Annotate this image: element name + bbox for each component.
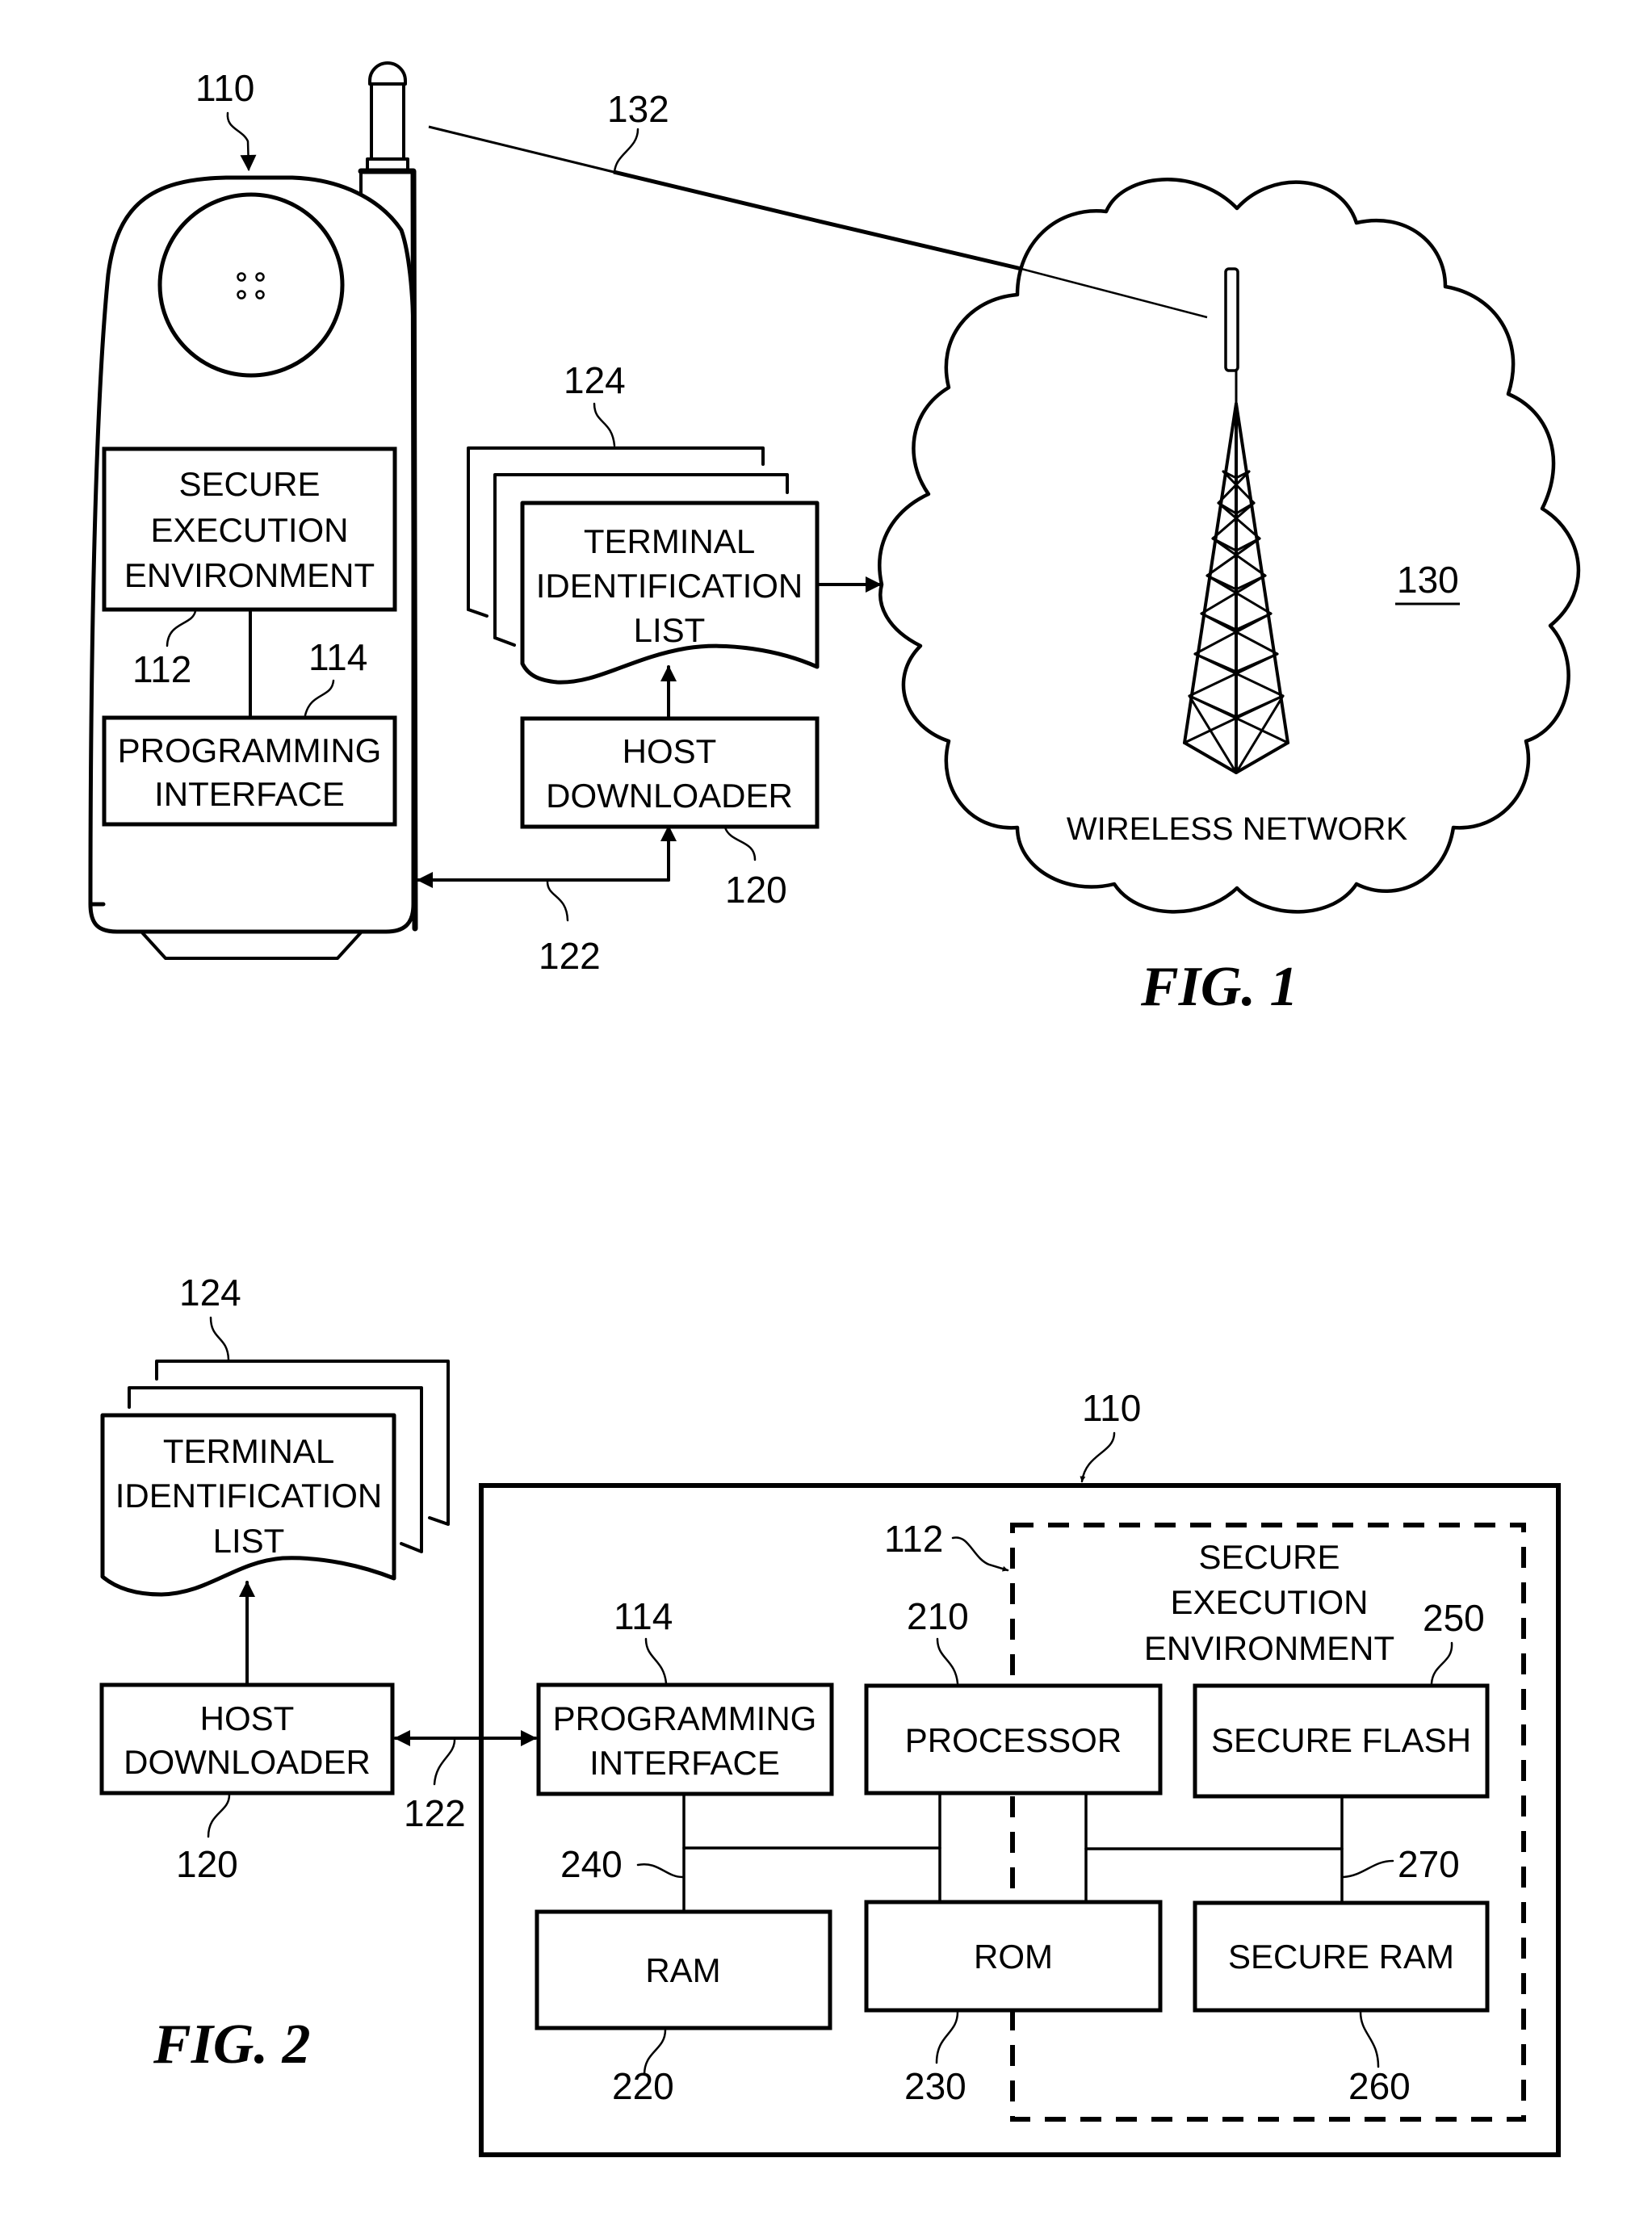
network-label: WIRELESS NETWORK xyxy=(1067,811,1408,847)
ref-240: 240 xyxy=(560,1843,623,1885)
ref-112: 112 xyxy=(884,1518,943,1560)
ref-260: 260 xyxy=(1348,2065,1411,2107)
terminal-identification-list: TERMINAL IDENTIFICATION LIST 124 xyxy=(467,359,820,685)
programming-interface-block: PROGRAMMING INTERFACE 114 xyxy=(536,1595,834,1796)
secure-flash-block: SECURE FLASH 250 xyxy=(1193,1597,1490,1799)
ref-132: 132 xyxy=(607,88,669,130)
see-line-2: EXECUTION xyxy=(150,511,348,549)
ram-block: RAM 220 xyxy=(535,1909,832,2107)
programming-interface-block: PROGRAMMING INTERFACE xyxy=(102,715,397,827)
ref-122: 122 xyxy=(539,935,601,977)
secure-execution-environment-block: SECURE EXECUTION ENVIRONMENT xyxy=(102,446,397,612)
ref-112: 112 xyxy=(132,648,191,690)
tidl-line-1: TERMINAL xyxy=(584,522,755,560)
ref-114: 114 xyxy=(308,636,367,678)
ref-120: 120 xyxy=(725,869,787,911)
tidl-line-2: IDENTIFICATION xyxy=(115,1477,383,1515)
ref-220: 220 xyxy=(612,2065,674,2107)
tidl-line-3: LIST xyxy=(634,611,706,649)
cell-tower-icon xyxy=(1183,267,1289,774)
ref-110: 110 xyxy=(195,67,254,109)
see-line-2: EXECUTION xyxy=(1170,1583,1368,1621)
speaker-icon xyxy=(157,192,345,378)
see-line-3: ENVIRONMENT xyxy=(124,556,375,594)
figure-2: TERMINAL IDENTIFICATION LIST 124 HOST DO… xyxy=(99,1272,1561,2157)
bus-lines: 240 270 xyxy=(560,1791,1460,1913)
figure-1: SECURE EXECUTION ENVIRONMENT PROGRAMMING… xyxy=(88,61,1581,1018)
see-line-1: SECURE xyxy=(178,465,320,503)
hd-line-1: HOST xyxy=(200,1699,295,1737)
tidl-line-2: IDENTIFICATION xyxy=(536,567,803,605)
figure-2-caption: FIG. 2 xyxy=(153,2013,310,2076)
ref-124: 124 xyxy=(179,1272,241,1314)
figure-1-caption: FIG. 1 xyxy=(1140,956,1298,1018)
ref-230: 230 xyxy=(904,2065,966,2107)
ref-250: 250 xyxy=(1423,1597,1485,1639)
ref-210: 210 xyxy=(907,1595,969,1637)
hd-line-2: DOWNLOADER xyxy=(124,1743,371,1781)
ref-130: 130 xyxy=(1397,559,1459,601)
tidl-line-1: TERMINAL xyxy=(163,1432,334,1470)
hd-line-1: HOST xyxy=(623,732,717,770)
ref-270: 270 xyxy=(1398,1843,1460,1885)
wireless-network-cloud: WIRELESS NETWORK 130 xyxy=(878,178,1581,914)
rom-block: ROM 230 xyxy=(864,1900,1163,2107)
rom-label: ROM xyxy=(974,1938,1053,1976)
pi-line-2: INTERFACE xyxy=(589,1744,780,1782)
patent-drawing-sheet: SECURE EXECUTION ENVIRONMENT PROGRAMMING… xyxy=(88,61,1581,2157)
pi-line-1: PROGRAMMING xyxy=(118,731,382,769)
host-downloader-block: HOST DOWNLOADER 120 xyxy=(520,716,820,911)
ram-label: RAM xyxy=(645,1951,720,1989)
ref-114: 114 xyxy=(614,1595,673,1637)
device-boundary xyxy=(479,1483,1561,2157)
pi-line-2: INTERFACE xyxy=(154,775,345,813)
secure-ram-block: SECURE RAM 260 xyxy=(1193,1900,1490,2107)
ref-110: 110 xyxy=(1082,1387,1141,1429)
phone-base xyxy=(140,930,363,960)
ref-120: 120 xyxy=(176,1843,238,1885)
hd-line-2: DOWNLOADER xyxy=(546,777,793,815)
wireless-link: 132 xyxy=(428,88,1208,319)
processor-label: PROCESSOR xyxy=(905,1721,1122,1759)
mobile-device: SECURE EXECUTION ENVIRONMENT PROGRAMMING… xyxy=(88,61,418,960)
see-line-1: SECURE xyxy=(1198,1538,1340,1576)
terminal-identification-list: TERMINAL IDENTIFICATION LIST 124 xyxy=(100,1272,450,1597)
tidl-line-3: LIST xyxy=(213,1522,285,1560)
secure-flash-label: SECURE FLASH xyxy=(1211,1721,1471,1759)
see-line-3: ENVIRONMENT xyxy=(1144,1629,1394,1667)
pi-line-1: PROGRAMMING xyxy=(553,1699,817,1737)
ref-122: 122 xyxy=(404,1792,466,1834)
host-downloader-block: HOST DOWNLOADER 120 xyxy=(99,1682,395,1885)
secure-ram-label: SECURE RAM xyxy=(1228,1938,1454,1976)
ref-124: 124 xyxy=(564,359,626,401)
